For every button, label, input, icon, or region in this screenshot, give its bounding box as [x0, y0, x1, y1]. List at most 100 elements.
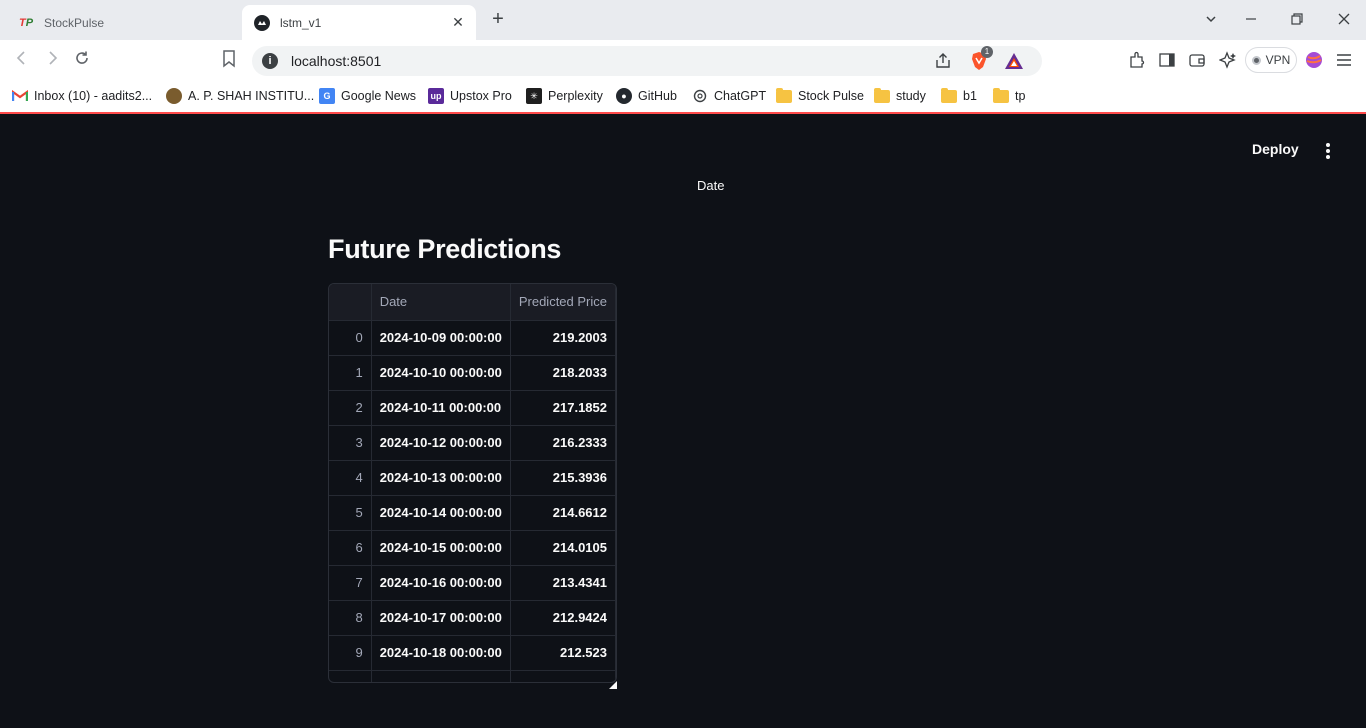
- predicted-price-cell[interactable]: 216.2333: [510, 425, 616, 461]
- table-row[interactable]: 0 2024-10-09 00:00:00 219.2003: [329, 320, 616, 356]
- bookmark-label: Stock Pulse: [798, 89, 865, 103]
- close-window-button[interactable]: [1334, 10, 1354, 30]
- table-row[interactable]: 8 2024-10-17 00:00:00 212.9424: [329, 600, 616, 636]
- price-column-header[interactable]: Predicted Price: [510, 284, 616, 321]
- url-text[interactable]: localhost:8501: [291, 53, 381, 69]
- row-index-cell[interactable]: 5: [329, 495, 372, 531]
- predicted-price-cell[interactable]: 217.1852: [510, 390, 616, 426]
- row-index-cell[interactable]: 3: [329, 425, 372, 461]
- back-button[interactable]: [12, 50, 32, 70]
- table-row[interactable]: 7 2024-10-16 00:00:00 213.4341: [329, 565, 616, 601]
- address-bar[interactable]: i localhost:8501 1: [252, 46, 1042, 76]
- predicted-price-cell[interactable]: 215.3936: [510, 460, 616, 496]
- date-cell[interactable]: 2024-10-11 00:00:00: [371, 390, 511, 426]
- date-cell[interactable]: 2024-10-12 00:00:00: [371, 425, 511, 461]
- bookmark-chatgpt[interactable]: ChatGPT: [692, 87, 766, 105]
- minimize-button[interactable]: [1241, 10, 1261, 30]
- site-info-icon[interactable]: i: [262, 53, 278, 69]
- brave-rewards-icon[interactable]: [1004, 52, 1024, 70]
- row-index-cell[interactable]: 2: [329, 390, 372, 426]
- date-cell[interactable]: 2024-10-14 00:00:00: [371, 495, 511, 531]
- row-index-cell[interactable]: 1: [329, 355, 372, 391]
- table-row[interactable]: 1 2024-10-10 00:00:00 218.2033: [329, 355, 616, 391]
- bookmark-apshah[interactable]: A. P. SHAH INSTITU...: [166, 87, 314, 105]
- date-cell[interactable]: 2024-10-18 00:00:00: [371, 635, 511, 671]
- predicted-price-cell[interactable]: 218.2033: [510, 355, 616, 391]
- date-cell[interactable]: 2024-10-15 00:00:00: [371, 530, 511, 566]
- date-cell[interactable]: 2024-10-13 00:00:00: [371, 460, 511, 496]
- predicted-price-cell[interactable]: 212.9424: [510, 600, 616, 636]
- predicted-price-cell[interactable]: 214.0105: [510, 530, 616, 566]
- tab-strip: TP StockPulse lstm_v1 ✕ +: [0, 0, 1366, 40]
- bookmark-inbox[interactable]: Inbox (10) - aadits2...: [12, 87, 152, 105]
- bookmark-label: Inbox (10) - aadits2...: [34, 89, 153, 103]
- predictions-dataframe[interactable]: Date Predicted Price 0 2024-10-09 00:00:0…: [328, 283, 617, 683]
- table-row: [329, 670, 616, 682]
- row-index-cell[interactable]: 0: [329, 320, 372, 356]
- row-index-cell[interactable]: 4: [329, 460, 372, 496]
- tab-search-chevron-icon[interactable]: [1201, 10, 1221, 30]
- tab-title: lstm_v1: [280, 15, 322, 30]
- date-cell[interactable]: 2024-10-09 00:00:00: [371, 320, 511, 356]
- new-tab-button[interactable]: +: [488, 9, 508, 30]
- bookmark-github[interactable]: ● GitHub: [616, 87, 677, 105]
- menu-hamburger-icon[interactable]: [1335, 51, 1353, 69]
- wallet-icon[interactable]: [1188, 51, 1206, 69]
- bookmark-upstox[interactable]: up Upstox Pro: [428, 87, 512, 105]
- google-news-icon: G: [319, 88, 335, 104]
- index-column-header[interactable]: [329, 284, 372, 321]
- date-column-header[interactable]: Date: [371, 284, 511, 321]
- table-row[interactable]: 6 2024-10-15 00:00:00 214.0105: [329, 530, 616, 566]
- tab-lstm[interactable]: lstm_v1 ✕: [242, 5, 476, 40]
- bookmark-label: A. P. SHAH INSTITU...: [188, 89, 315, 103]
- bookmark-folder-stock-pulse[interactable]: Stock Pulse: [776, 87, 864, 105]
- vpn-label: VPN: [1265, 53, 1291, 67]
- leo-ai-icon[interactable]: [1218, 51, 1237, 69]
- main-menu-kebab-icon[interactable]: [1320, 143, 1336, 159]
- bookmark-folder-b1[interactable]: b1: [941, 87, 977, 105]
- bookmark-folder-tp[interactable]: tp: [993, 87, 1025, 105]
- empty-cell: [329, 670, 372, 682]
- tab-title: StockPulse: [44, 15, 105, 30]
- row-index-cell[interactable]: 6: [329, 530, 372, 566]
- folder-icon: [776, 87, 792, 103]
- bookmark-perplexity[interactable]: ✳ Perplexity: [526, 87, 603, 105]
- row-index-cell[interactable]: 8: [329, 600, 372, 636]
- shields-count-badge: 1: [981, 46, 993, 58]
- bookmark-label: tp: [1015, 89, 1026, 103]
- browser-toolbar: i localhost:8501 1: [0, 40, 1366, 80]
- deploy-button[interactable]: Deploy: [1252, 141, 1299, 157]
- table-row[interactable]: 4 2024-10-13 00:00:00 215.3936: [329, 460, 616, 496]
- vpn-button[interactable]: VPN: [1245, 47, 1297, 73]
- date-cell[interactable]: 2024-10-17 00:00:00: [371, 600, 511, 636]
- date-cell[interactable]: 2024-10-10 00:00:00: [371, 355, 511, 391]
- empty-cell: [510, 670, 616, 682]
- perplexity-icon: ✳: [526, 88, 542, 104]
- table-resize-handle[interactable]: [609, 676, 617, 689]
- sidebar-toggle-icon[interactable]: [1158, 51, 1176, 69]
- reload-button[interactable]: [72, 50, 92, 70]
- restore-button[interactable]: [1287, 10, 1307, 30]
- close-tab-icon[interactable]: ✕: [450, 14, 466, 30]
- bookmark-folder-study[interactable]: study: [874, 87, 926, 105]
- forward-button[interactable]: [42, 50, 62, 70]
- row-index-cell[interactable]: 7: [329, 565, 372, 601]
- tab-stockpulse[interactable]: TP StockPulse: [8, 5, 238, 40]
- bookmark-page-icon[interactable]: [222, 50, 238, 70]
- table-row[interactable]: 5 2024-10-14 00:00:00 214.6612: [329, 495, 616, 531]
- predicted-price-cell[interactable]: 219.2003: [510, 320, 616, 356]
- streamlit-favicon-icon: [254, 14, 270, 31]
- bookmark-label: b1: [963, 89, 977, 103]
- share-icon[interactable]: [934, 52, 952, 70]
- extensions-icon[interactable]: [1128, 51, 1146, 69]
- date-cell[interactable]: 2024-10-16 00:00:00: [371, 565, 511, 601]
- table-row[interactable]: 3 2024-10-12 00:00:00 216.2333: [329, 425, 616, 461]
- predicted-price-cell[interactable]: 212.523: [510, 635, 616, 671]
- bookmark-google-news[interactable]: G Google News: [319, 87, 416, 105]
- table-row[interactable]: 9 2024-10-18 00:00:00 212.523: [329, 635, 616, 671]
- predicted-price-cell[interactable]: 213.4341: [510, 565, 616, 601]
- predicted-price-cell[interactable]: 214.6612: [510, 495, 616, 531]
- row-index-cell[interactable]: 9: [329, 635, 372, 671]
- table-row[interactable]: 2 2024-10-11 00:00:00 217.1852: [329, 390, 616, 426]
- profile-avatar[interactable]: [1305, 51, 1323, 69]
